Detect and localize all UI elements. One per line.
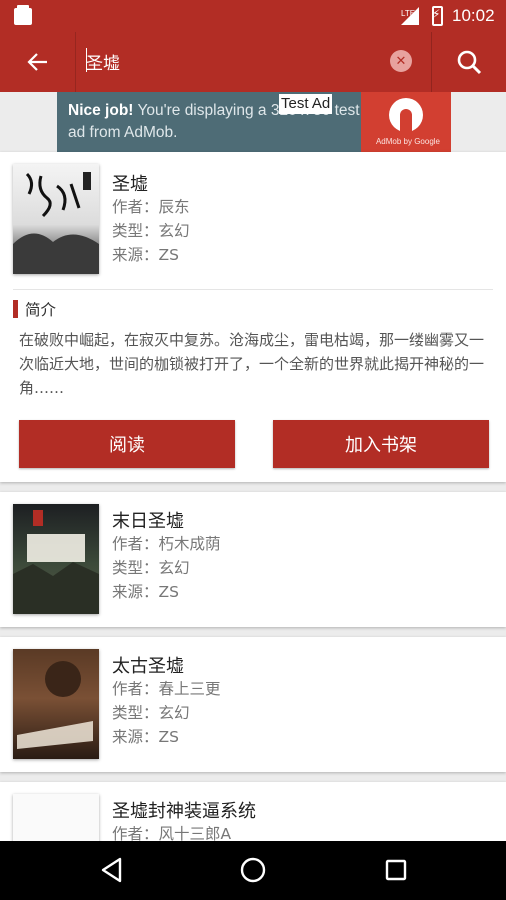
clock: 10:02 xyxy=(452,6,495,25)
ad-headline: Nice job! xyxy=(68,102,134,119)
book-list-item[interactable]: 末日圣墟 作者：朽木成荫 类型：玄幻 来源：ZS xyxy=(0,492,506,627)
cover-art xyxy=(13,172,99,274)
arrow-left-icon xyxy=(26,53,47,71)
book-cover-image xyxy=(13,164,99,274)
search-button[interactable] xyxy=(432,32,506,92)
book-list-item[interactable]: 太古圣墟 作者：春上三更 类型：玄幻 来源：ZS xyxy=(0,637,506,772)
read-button[interactable]: 阅读 xyxy=(19,420,235,468)
book-cover-image xyxy=(13,504,99,614)
book-author: 作者：辰东 xyxy=(112,198,190,216)
book-source: 来源：ZS xyxy=(112,583,179,601)
notification-icon xyxy=(14,5,32,25)
clear-search-button[interactable]: ✕ xyxy=(390,50,412,72)
search-input[interactable]: 圣墟 xyxy=(86,49,120,74)
close-icon: ✕ xyxy=(395,53,407,69)
book-title: 圣墟封神装逼系统 xyxy=(112,801,256,822)
ad-banner[interactable]: Nice job! You're displaying a 320 x 50 t… xyxy=(57,92,451,152)
book-title: 末日圣墟 xyxy=(112,511,184,532)
book-author: 作者：朽木成荫 xyxy=(112,535,221,553)
admob-logo-icon xyxy=(389,98,423,132)
cover-art xyxy=(17,661,93,749)
divider xyxy=(13,289,493,290)
cover-art xyxy=(13,510,99,614)
admob-caption: AdMob by Google xyxy=(375,137,441,146)
admob-logo: AdMob by Google xyxy=(361,92,451,152)
back-button[interactable] xyxy=(0,32,76,92)
search-toolbar: 圣墟 ✕ xyxy=(0,32,506,92)
intro-heading: 简介 xyxy=(13,298,56,320)
add-to-shelf-button[interactable]: 加入书架 xyxy=(273,420,489,468)
featured-book-card[interactable]: 圣墟 作者：辰东 类型：玄幻 来源：ZS 简介 在破败中崛起，在寂灭中复苏。沧海… xyxy=(0,152,506,482)
battery-charging-icon xyxy=(432,6,443,26)
heading-accent-bar xyxy=(13,300,18,318)
book-author: 作者：春上三更 xyxy=(112,680,221,698)
svg-text:LTE: LTE xyxy=(401,9,415,18)
book-title: 圣墟 xyxy=(112,174,148,195)
book-genre: 类型：玄幻 xyxy=(112,704,190,722)
book-source: 来源：ZS xyxy=(112,246,179,264)
home-circle-icon[interactable] xyxy=(238,855,268,885)
signal-icon: LTE xyxy=(401,7,419,25)
back-triangle-icon[interactable] xyxy=(98,855,128,885)
test-ad-badge: Test Ad xyxy=(279,94,333,114)
intro-label: 简介 xyxy=(25,301,57,319)
recents-square-icon[interactable] xyxy=(381,855,411,885)
book-genre: 类型：玄幻 xyxy=(112,222,190,240)
system-navigation-bar xyxy=(0,841,506,900)
status-bar: LTE 10:02 xyxy=(0,0,506,32)
search-icon xyxy=(457,50,482,75)
book-cover-image xyxy=(13,649,99,759)
book-title: 太古圣墟 xyxy=(112,656,184,677)
book-genre: 类型：玄幻 xyxy=(112,559,190,577)
intro-text: 在破败中崛起，在寂灭中复苏。沧海成尘，雷电枯竭，那一缕幽雾又一次临近大地，世间的… xyxy=(19,331,485,397)
book-source: 来源：ZS xyxy=(112,728,179,746)
